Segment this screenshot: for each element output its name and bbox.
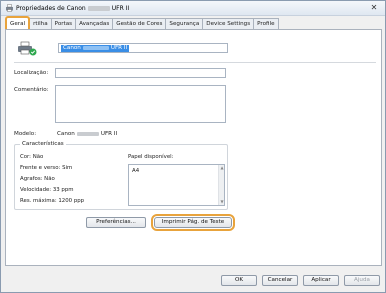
tab-seguranca[interactable]: Segurança	[165, 18, 204, 29]
window-title: Propriedades de Canon UFR II	[16, 5, 129, 12]
cancel-button[interactable]: Cancelar	[262, 275, 298, 286]
properties-dialog: Propriedades de Canon UFR II ✕ Geral rtil…	[0, 0, 386, 293]
dialog-button-bar: OK Cancelar Aplicar Ajuda	[1, 269, 385, 293]
model-label: Modelo:	[14, 131, 37, 137]
model-value: Canon UFR II	[57, 131, 117, 137]
ok-button[interactable]: OK	[221, 275, 257, 286]
printer-icon	[6, 4, 13, 12]
title-prefix: Propriedades de Canon	[16, 5, 86, 12]
tab-profile[interactable]: Profile	[253, 18, 279, 29]
tab-geral[interactable]: Geral	[5, 16, 31, 29]
tab-portas[interactable]: Portas	[50, 18, 77, 29]
features-legend: Características	[20, 141, 66, 148]
feature-staple: Agrafos: Não	[20, 176, 55, 182]
tab-gestao-de-cores[interactable]: Gestão de Cores	[112, 18, 167, 29]
tab-avancadas[interactable]: Avançadas	[75, 18, 114, 29]
apply-button[interactable]: Aplicar	[303, 275, 339, 286]
model-suffix: UFR II	[100, 131, 118, 137]
title-bar: Propriedades de Canon UFR II ✕	[1, 1, 385, 16]
printer-name-prefix: Canon	[63, 45, 81, 51]
preferences-button[interactable]: Preferências...	[86, 217, 146, 228]
printer-name-input[interactable]: Canon UFR II	[58, 43, 228, 53]
scroll-up-icon[interactable]: ▲	[219, 165, 225, 171]
printer-name-suffix: UFR II	[110, 45, 128, 51]
paper-list-scrollbar[interactable]: ▲ ▼	[218, 165, 224, 205]
tab-partilha[interactable]: rtilha	[29, 18, 52, 29]
close-icon: ✕	[370, 3, 378, 12]
comment-label: Comentário:	[14, 87, 49, 93]
redacted-name	[82, 45, 109, 50]
title-suffix: UFR II	[111, 5, 130, 12]
feature-speed: Velocidade: 33 ppm	[20, 187, 74, 193]
list-item[interactable]: A4	[132, 168, 139, 174]
printer-status-icon	[18, 41, 37, 56]
paper-list[interactable]: A4 ▲ ▼	[128, 164, 225, 206]
feature-resolution: Res. máxima: 1200 ppp	[20, 198, 85, 204]
separator	[14, 62, 376, 63]
feature-duplex: Frente e verso: Sim	[20, 165, 73, 171]
redacted-model	[87, 6, 110, 11]
feature-color: Cor: Não	[20, 154, 44, 160]
printer-name-selection: Canon UFR II	[61, 45, 130, 52]
tab-strip: Geral rtilha Portas Avançadas Gestão de …	[5, 16, 279, 29]
features-group: Características Cor: Não Frente e verso:…	[14, 141, 228, 210]
print-test-page-button[interactable]: Imprimir Pág. de Teste	[151, 214, 235, 231]
tab-device-settings[interactable]: Device Settings	[202, 18, 255, 29]
comment-textarea[interactable]	[55, 85, 226, 123]
help-button[interactable]: Ajuda	[344, 275, 380, 286]
model-prefix: Canon	[57, 131, 75, 137]
location-input[interactable]	[55, 68, 226, 78]
close-button[interactable]: ✕	[367, 3, 381, 13]
redacted-model-name	[76, 131, 99, 136]
paper-available-label: Papel disponível:	[128, 154, 174, 160]
general-panel: Canon UFR II Localização: Comentário: Mod…	[5, 29, 382, 266]
location-label: Localização:	[14, 70, 49, 76]
scroll-down-icon[interactable]: ▼	[219, 199, 225, 205]
